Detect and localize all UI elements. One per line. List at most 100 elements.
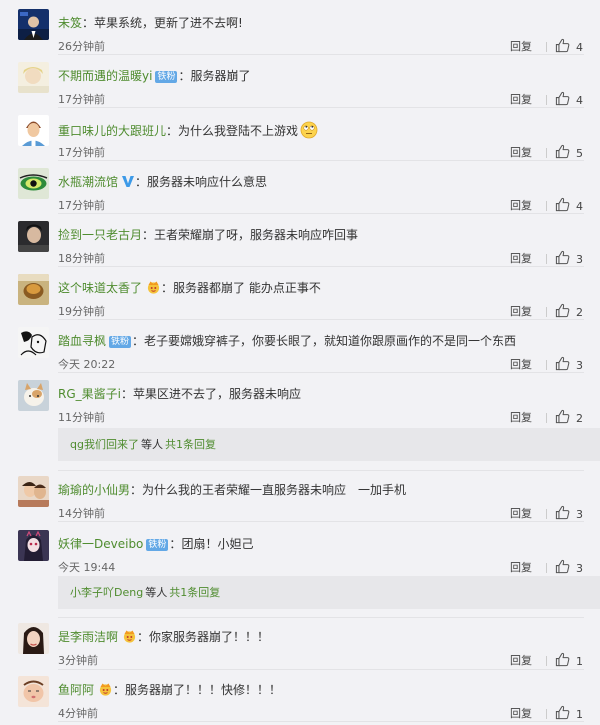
avatar[interactable] bbox=[18, 623, 49, 654]
like-button[interactable]: 3 bbox=[555, 505, 583, 521]
divider bbox=[546, 42, 547, 52]
reply-button[interactable]: 回复 bbox=[510, 653, 532, 669]
avatar[interactable] bbox=[18, 676, 49, 707]
timestamp: 今天 19:44 bbox=[58, 561, 116, 574]
username[interactable]: 瑜瑜的小仙男 bbox=[58, 483, 130, 497]
timestamp: 3分钟前 bbox=[58, 654, 98, 667]
thumbs-up-icon bbox=[555, 144, 570, 159]
avatar[interactable] bbox=[18, 380, 49, 411]
thumbs-up-icon bbox=[555, 38, 570, 53]
reply-button[interactable]: 回复 bbox=[510, 39, 532, 55]
timestamp: 26分钟前 bbox=[58, 40, 105, 53]
like-button[interactable]: 1 bbox=[555, 705, 583, 721]
avatar[interactable] bbox=[18, 327, 49, 358]
comment-text: 苹果系统，更新了进不去啊! bbox=[94, 16, 243, 30]
like-button[interactable]: 4 bbox=[555, 91, 583, 107]
divider bbox=[58, 54, 584, 55]
colon: ： bbox=[120, 387, 133, 401]
colon: ： bbox=[132, 334, 145, 348]
comment-text: 苹果区进不去了，服务器未响应 bbox=[133, 387, 302, 401]
thumbs-up-icon bbox=[555, 250, 570, 265]
like-count: 5 bbox=[576, 147, 583, 160]
divider bbox=[58, 319, 584, 320]
sub-reply-summary[interactable]: 小李子吖Deng 等人 共1条回复 bbox=[58, 576, 600, 609]
divider bbox=[58, 213, 584, 214]
like-count: 3 bbox=[576, 508, 583, 521]
divider bbox=[58, 669, 584, 670]
like-button[interactable]: 1 bbox=[555, 652, 583, 668]
timestamp: 4分钟前 bbox=[58, 707, 98, 720]
username[interactable]: 鱼阿阿 bbox=[58, 683, 94, 697]
colon: ： bbox=[135, 175, 148, 189]
colon: ： bbox=[161, 281, 174, 295]
username[interactable]: 不期而遇的温暖yi bbox=[58, 69, 152, 83]
sub-reply-total-link[interactable]: 共1条回复 bbox=[169, 586, 220, 599]
reply-button[interactable]: 回复 bbox=[510, 145, 532, 161]
avatar[interactable] bbox=[18, 274, 49, 305]
like-button[interactable]: 3 bbox=[555, 356, 583, 372]
avatar[interactable] bbox=[18, 62, 49, 93]
username[interactable]: 未笈 bbox=[58, 16, 82, 30]
like-button[interactable]: 4 bbox=[555, 38, 583, 54]
sub-reply-users[interactable]: qg我们回来了 bbox=[70, 438, 139, 451]
reply-button[interactable]: 回复 bbox=[510, 251, 532, 267]
avatar[interactable] bbox=[18, 9, 49, 40]
reply-button[interactable]: 回复 bbox=[510, 198, 532, 214]
divider bbox=[546, 148, 547, 158]
username[interactable]: 妖律一Deveibo bbox=[58, 537, 143, 551]
avatar[interactable] bbox=[18, 221, 49, 252]
comment-text: 为什么我的王者荣耀一直服务器未响应 一加手机 bbox=[142, 483, 407, 497]
crown-emoji-icon bbox=[146, 280, 161, 294]
like-button[interactable]: 2 bbox=[555, 409, 583, 425]
like-count: 4 bbox=[576, 200, 583, 213]
username[interactable]: 重口味儿的大跟班儿 bbox=[58, 124, 166, 138]
avatar[interactable] bbox=[18, 115, 49, 146]
reply-button[interactable]: 回复 bbox=[510, 92, 532, 108]
comment-text: 你家服务器崩了！！！ bbox=[149, 630, 270, 644]
like-count: 4 bbox=[576, 41, 583, 54]
reply-button[interactable]: 回复 bbox=[510, 304, 532, 320]
divider bbox=[546, 95, 547, 105]
divider bbox=[546, 360, 547, 370]
divider bbox=[58, 266, 584, 267]
avatar[interactable] bbox=[18, 530, 49, 561]
thumbs-up-icon bbox=[555, 652, 570, 667]
timestamp: 17分钟前 bbox=[58, 93, 105, 106]
divider bbox=[546, 201, 547, 211]
reply-button[interactable]: 回复 bbox=[510, 357, 532, 373]
divider bbox=[546, 709, 547, 719]
fan-badge: 铁粉 bbox=[155, 71, 178, 83]
sub-reply-summary[interactable]: qg我们回来了 等人 共1条回复 bbox=[58, 428, 600, 461]
username[interactable]: RG_果酱子i bbox=[58, 387, 121, 401]
divider bbox=[546, 509, 547, 519]
username[interactable]: 踏血寻枫 bbox=[58, 334, 106, 348]
colon: ： bbox=[137, 630, 150, 644]
divider bbox=[546, 563, 547, 573]
eye-roll-emoji-icon bbox=[300, 121, 318, 139]
username[interactable]: 这个味道太香了 bbox=[58, 281, 142, 295]
like-count: 2 bbox=[576, 306, 583, 319]
like-button[interactable]: 5 bbox=[555, 144, 583, 160]
reply-button[interactable]: 回复 bbox=[510, 506, 532, 522]
username[interactable]: 是李雨洁啊 bbox=[58, 630, 118, 644]
reply-button[interactable]: 回复 bbox=[510, 706, 532, 722]
thumbs-up-icon bbox=[555, 705, 570, 720]
timestamp: 18分钟前 bbox=[58, 252, 105, 265]
like-button[interactable]: 2 bbox=[555, 303, 583, 319]
thumbs-up-icon bbox=[555, 91, 570, 106]
like-button[interactable]: 3 bbox=[555, 250, 583, 266]
avatar[interactable] bbox=[18, 476, 49, 507]
sub-reply-users[interactable]: 小李子吖Deng bbox=[70, 586, 143, 599]
username[interactable]: 水瓶潮流馆 bbox=[58, 175, 118, 189]
like-button[interactable]: 3 bbox=[555, 559, 583, 575]
comment-text: 王者荣耀崩了呀，服务器未响应咋回事 bbox=[154, 228, 359, 242]
reply-button[interactable]: 回复 bbox=[510, 410, 532, 426]
colon: ： bbox=[113, 683, 126, 697]
timestamp: 17分钟前 bbox=[58, 146, 105, 159]
sub-reply-total-link[interactable]: 共1条回复 bbox=[165, 438, 216, 451]
reply-button[interactable]: 回复 bbox=[510, 560, 532, 576]
like-button[interactable]: 4 bbox=[555, 197, 583, 213]
comment-text: 服务器崩了 bbox=[190, 69, 251, 83]
username[interactable]: 捡到一只老古月 bbox=[58, 228, 142, 242]
avatar[interactable] bbox=[18, 168, 49, 199]
